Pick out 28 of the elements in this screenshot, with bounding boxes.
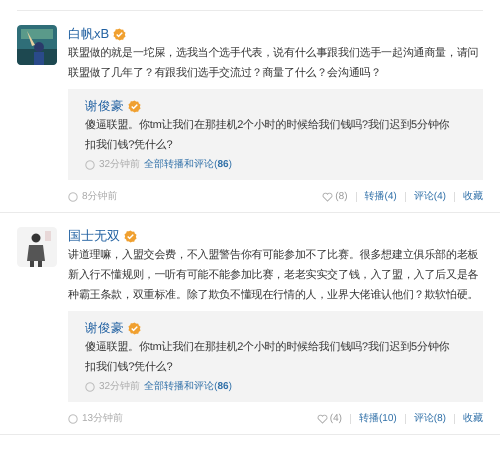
timestamp: 32分钟前	[99, 380, 140, 394]
author-name[interactable]: 国士无双	[68, 227, 120, 245]
action-link[interactable]: 转播(4)	[364, 189, 397, 204]
action-link[interactable]: 评论(4)	[414, 189, 446, 204]
timestamp: 8分钟前	[82, 190, 118, 204]
timestamp: 32分钟前	[99, 158, 140, 172]
timestamp: 13分钟前	[82, 412, 124, 426]
action-link[interactable]: 评论(8)	[414, 411, 446, 426]
post-text: 联盟做的就是一坨屎，选我当个选手代表，说有什么事跟我们选手一起沟通商量，请问联盟做了几年了？有跟我们选手交流过？商量了什么？会沟通吗？	[68, 46, 480, 81]
author-name[interactable]: 谢俊豪	[85, 319, 124, 337]
clock-icon	[85, 160, 95, 170]
action-link[interactable]: 收藏	[463, 411, 483, 426]
heart-icon	[316, 414, 328, 424]
post-text: 讲道理嘛，入盟交会费，不入盟警告你有可能参加不了比赛。很多想建立俱乐部的老板新入行不懂规则，一听有可能不能参加比赛，老老实实交了钱，入了盟，入了后又是各种霸王条款，双重标准。除了欺负不懂现在行情的人，业界大佬谁认他们？欺软怕硬。	[68, 248, 480, 303]
clock-icon	[85, 382, 95, 392]
heart-icon	[322, 192, 334, 202]
quote-text: 傻逼联盟。你tm让我们在那挂机2个小时的时候给我们钱吗?我们迟到5分钟你扣我们钱?凭什么?	[85, 118, 450, 153]
author-name[interactable]: 谢俊豪	[85, 97, 124, 115]
author-name[interactable]: 白帆xB	[68, 25, 110, 43]
action-link[interactable]: 收藏	[463, 189, 483, 204]
clock-icon	[68, 192, 78, 202]
action-link[interactable]: 转播(10)	[358, 411, 397, 426]
like-button[interactable]: (4)	[316, 411, 342, 426]
quote-text: 傻逼联盟。你tm让我们在那挂机2个小时的时候给我们钱吗?我们迟到5分钟你扣我们钱?凭什么?	[85, 340, 450, 375]
clock-icon	[68, 414, 78, 424]
like-button[interactable]: (8)	[322, 189, 348, 204]
all-reposts-link[interactable]: 全部转播和评论(86)	[144, 157, 232, 172]
all-reposts-link[interactable]: 全部转播和评论(86)	[144, 379, 232, 394]
